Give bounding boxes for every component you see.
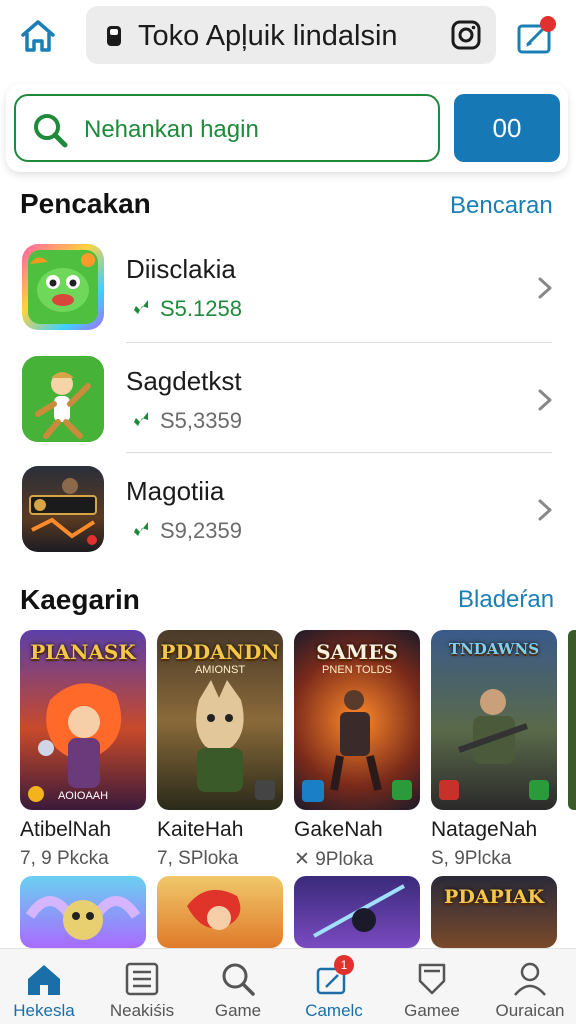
game-art-subtitle: PNEN TOLDS bbox=[322, 664, 392, 676]
nav-item-games[interactable]: Gamee bbox=[384, 949, 480, 1024]
home-icon bbox=[21, 20, 55, 52]
game-meta: 7, SPloka bbox=[157, 848, 239, 869]
game-card[interactable]: TNDAWNS NatageNah S, 9Plcka bbox=[431, 630, 557, 869]
section-link-recent[interactable]: Bencaran bbox=[450, 192, 553, 220]
profile-icon bbox=[514, 962, 546, 996]
game-card[interactable]: PDDANDN AMIONST KaiteHah 7, SPloka bbox=[157, 630, 283, 869]
game-art bbox=[294, 876, 420, 948]
app-icon bbox=[22, 466, 104, 552]
section-link-categories[interactable]: Bladeŕan bbox=[458, 586, 554, 614]
game-art bbox=[20, 876, 146, 948]
app-name: Sagdetkst bbox=[126, 366, 242, 396]
game-card[interactable] bbox=[20, 876, 146, 948]
game-name: KaiteHah bbox=[157, 818, 244, 841]
nav-label: Gamee bbox=[404, 1001, 460, 1020]
shield-icon bbox=[418, 963, 446, 995]
game-card[interactable]: SAMES PNEN TOLDS GakeNah ✕ 9Ploka bbox=[294, 630, 420, 870]
chevron-right-icon bbox=[538, 389, 552, 411]
app-name: Magotiia bbox=[126, 476, 225, 506]
top-bar: Toko Apļuik lindalsin bbox=[0, 0, 576, 72]
app-name: Diisclakia bbox=[126, 254, 236, 284]
chevron-right-icon bbox=[538, 277, 552, 299]
app-price: S5,3359 bbox=[160, 408, 242, 433]
divider bbox=[126, 342, 552, 343]
home-button[interactable] bbox=[16, 14, 60, 58]
bottom-navigation: Hekesla Neakiśis Game 1 Camelc Gamee Our… bbox=[0, 948, 576, 1024]
address-bar[interactable]: Toko Apļuik lindalsin bbox=[86, 6, 496, 64]
nav-item-camera[interactable]: 1 Camelc bbox=[286, 949, 382, 1024]
search-icon bbox=[222, 963, 255, 996]
list-item[interactable]: Magotiia S9,2359 bbox=[0, 466, 576, 576]
nav-badge-count: 1 bbox=[340, 958, 348, 972]
game-art-subtitle: AMIONST bbox=[194, 664, 246, 676]
section-title-recent: Pencakan bbox=[20, 188, 151, 219]
search-placeholder: Nehankan hagin bbox=[84, 116, 259, 143]
nav-label: Neakiśis bbox=[109, 1001, 175, 1020]
game-name: NatageNah bbox=[431, 818, 538, 841]
instagram-icon[interactable] bbox=[450, 19, 482, 51]
nav-label: Ouraican bbox=[495, 1001, 565, 1020]
chevron-right-icon bbox=[538, 499, 552, 521]
trend-icon bbox=[130, 412, 148, 430]
game-art-title: TNDAWNS bbox=[448, 640, 540, 658]
trend-icon bbox=[130, 522, 148, 540]
game-art: TNDAWNS bbox=[431, 630, 557, 810]
list-item[interactable]: Sagdetkst S5,3359 bbox=[0, 356, 576, 466]
edit-icon bbox=[517, 16, 556, 54]
game-art-title: SAMES bbox=[316, 640, 398, 664]
search-icon bbox=[34, 114, 68, 148]
game-art: PDDANDN AMIONST bbox=[157, 630, 283, 810]
game-card[interactable] bbox=[157, 876, 283, 948]
game-meta: 7, 9 Pkcka bbox=[20, 848, 109, 869]
nav-item-home[interactable]: Hekesla bbox=[0, 949, 92, 1024]
nav-label: Game bbox=[214, 1001, 262, 1020]
game-art-title: PDAPIAK bbox=[444, 886, 544, 908]
game-art-title: PIANASK bbox=[30, 640, 136, 664]
nav-label: Hekesla bbox=[13, 1001, 75, 1020]
game-name: AtibelNah bbox=[20, 818, 112, 841]
nav-item-profile[interactable]: Ouraican bbox=[482, 949, 576, 1024]
nav-item-search[interactable]: Game bbox=[190, 949, 286, 1024]
game-art: PDAPIAK bbox=[431, 876, 557, 948]
game-art-caption: AOIOAAH bbox=[57, 790, 109, 802]
list-item[interactable]: Diisclakia S5.1258 bbox=[0, 244, 576, 354]
app-title: Toko Apļuik lindalsin bbox=[138, 20, 398, 52]
nav-badge: 1 bbox=[334, 955, 354, 975]
divider bbox=[126, 452, 552, 453]
game-card-partial[interactable] bbox=[568, 630, 576, 810]
game-art: PIANASK AOIOAAH bbox=[20, 630, 146, 810]
notifications-button[interactable] bbox=[514, 14, 560, 60]
game-meta: S, 9Plcka bbox=[431, 848, 512, 869]
home-icon bbox=[28, 965, 60, 995]
app-icon bbox=[22, 356, 104, 442]
app-price: S9,2359 bbox=[160, 518, 242, 543]
trend-icon bbox=[130, 300, 148, 318]
list-icon bbox=[125, 962, 159, 996]
nav-label: Camelc bbox=[305, 1001, 363, 1020]
game-meta: ✕ 9Ploka bbox=[294, 849, 374, 870]
game-card[interactable]: PDAPIAK bbox=[431, 876, 557, 948]
game-art bbox=[568, 630, 576, 810]
app-price: S5.1258 bbox=[160, 296, 242, 321]
search-submit-button[interactable]: 00 bbox=[454, 94, 560, 162]
game-card[interactable] bbox=[294, 876, 420, 948]
lock-icon bbox=[107, 26, 121, 46]
nav-item-news[interactable]: Neakiśis bbox=[94, 949, 190, 1024]
app-icon bbox=[22, 244, 104, 330]
section-title-categories: Kaegarin bbox=[20, 584, 140, 615]
game-art bbox=[157, 876, 283, 948]
game-name: GakeNah bbox=[294, 818, 383, 841]
game-art-title: PDDANDN bbox=[160, 640, 280, 664]
search-input[interactable]: Nehankan hagin bbox=[14, 94, 440, 162]
game-card[interactable]: PIANASK AOIOAAH AtibelNah 7, 9 Pkcka bbox=[20, 630, 146, 869]
game-art: SAMES PNEN TOLDS bbox=[294, 630, 420, 810]
